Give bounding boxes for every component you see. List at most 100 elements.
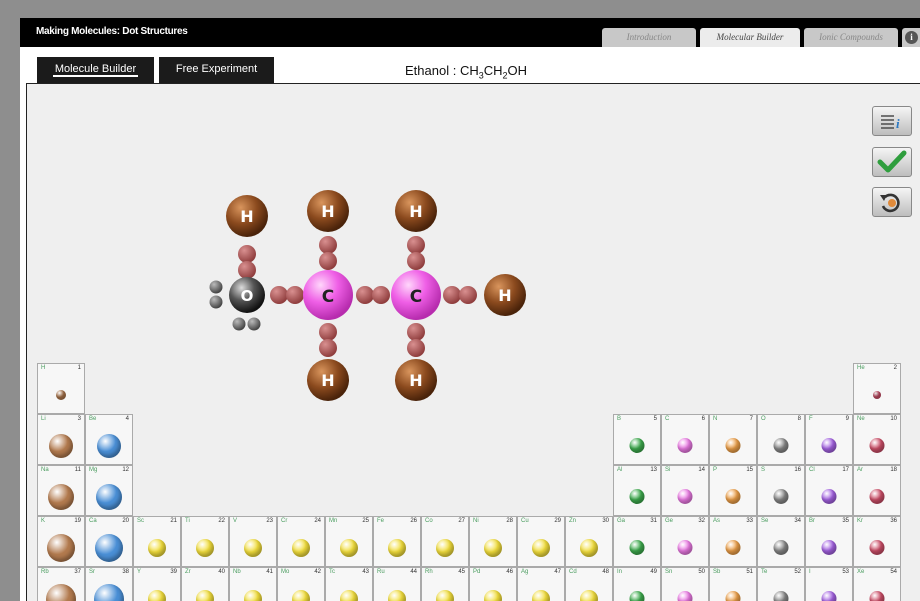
hydrogen-atom[interactable]: H <box>395 359 437 401</box>
element-symbol: Ca <box>89 518 97 524</box>
ethanol-molecule[interactable]: H H H O C C H H H <box>27 84 920 424</box>
element-cell-cu[interactable]: Cu 29 <box>517 516 565 567</box>
element-cell-s[interactable]: S 16 <box>757 465 805 516</box>
element-cell-tc[interactable]: Tc 43 <box>325 567 373 601</box>
molecule-builder-tab[interactable]: Molecule Builder <box>37 57 154 84</box>
element-cell-b[interactable]: B5 <box>613 414 661 465</box>
element-cell-as[interactable]: As 33 <box>709 516 757 567</box>
element-cell-sc[interactable]: Sc 21 <box>133 516 181 567</box>
element-cell-p[interactable]: P 15 <box>709 465 757 516</box>
element-symbol: Pd <box>473 569 481 575</box>
element-cell-mg[interactable]: Mg 12 <box>85 465 133 516</box>
element-symbol: Ne <box>857 416 865 422</box>
atom-label: H <box>321 202 334 221</box>
element-symbol: Nb <box>233 569 241 575</box>
element-cell-rh[interactable]: Rh 45 <box>421 567 469 601</box>
element-cell-ge[interactable]: Ge 32 <box>661 516 709 567</box>
element-cell-fe[interactable]: Fe 26 <box>373 516 421 567</box>
element-symbol: Ag <box>521 569 529 575</box>
element-cell-si[interactable]: Si 14 <box>661 465 709 516</box>
element-cell-be[interactable]: Be 4 <box>85 414 133 465</box>
hydrogen-atom[interactable]: H <box>307 190 349 232</box>
tab-introduction[interactable]: Introduction <box>602 28 696 47</box>
element-cell-sr[interactable]: Sr 38 <box>85 567 133 601</box>
element-cell-k[interactable]: K 19 <box>37 516 85 567</box>
hydrogen-atom[interactable]: H <box>395 190 437 232</box>
element-cell-zn[interactable]: Zn 30 <box>565 516 613 567</box>
element-cell-zr[interactable]: Zr 40 <box>181 567 229 601</box>
element-cell-ne[interactable]: Ne 10 <box>853 414 901 465</box>
element-symbol: Cd <box>569 569 577 575</box>
element-cell-pd[interactable]: Pd 46 <box>469 567 517 601</box>
element-cell-nb[interactable]: Nb 41 <box>229 567 277 601</box>
element-number: 41 <box>266 569 273 575</box>
element-cell-sb[interactable]: Sb 51 <box>709 567 757 601</box>
element-cell-rb[interactable]: Rb 37 <box>37 567 85 601</box>
element-number: 47 <box>554 569 561 575</box>
element-cell-te[interactable]: Te 52 <box>757 567 805 601</box>
element-cell-f[interactable]: F9 <box>805 414 853 465</box>
element-cell-v[interactable]: V 23 <box>229 516 277 567</box>
element-cell-cr[interactable]: Cr 24 <box>277 516 325 567</box>
element-symbol: Li <box>41 416 46 422</box>
element-cell-xe[interactable]: Xe 54 <box>853 567 901 601</box>
oxygen-atom[interactable]: O <box>229 277 265 313</box>
element-cell-se[interactable]: Se 34 <box>757 516 805 567</box>
element-cell-c[interactable]: C6 <box>661 414 709 465</box>
element-cell-i[interactable]: I 53 <box>805 567 853 601</box>
atom-label: H <box>321 371 334 390</box>
element-cell-ar[interactable]: Ar 18 <box>853 465 901 516</box>
element-cell-sn[interactable]: Sn 50 <box>661 567 709 601</box>
element-number: 22 <box>218 518 225 524</box>
element-atom-icon <box>244 538 262 557</box>
element-cell-ti[interactable]: Ti 22 <box>181 516 229 567</box>
hydrogen-atom[interactable]: H <box>307 359 349 401</box>
element-atom-icon <box>773 540 789 555</box>
element-cell-h[interactable]: H1 <box>37 363 85 414</box>
element-cell-cl[interactable]: Cl 17 <box>805 465 853 516</box>
element-cell-cd[interactable]: Cd 48 <box>565 567 613 601</box>
carbon-atom[interactable]: C <box>303 270 353 320</box>
element-number: 5 <box>653 416 657 422</box>
element-cell-ni[interactable]: Ni 28 <box>469 516 517 567</box>
element-cell-br[interactable]: Br 35 <box>805 516 853 567</box>
tab-ionic-compounds[interactable]: Ionic Compounds <box>804 28 898 47</box>
element-cell-ag[interactable]: Ag 47 <box>517 567 565 601</box>
atom-label: H <box>409 202 422 221</box>
tab-molecular-builder[interactable]: Molecular Builder <box>700 28 800 47</box>
element-cell-co[interactable]: Co 27 <box>421 516 469 567</box>
info-button[interactable]: i <box>902 28 920 47</box>
element-cell-o[interactable]: O8 <box>757 414 805 465</box>
element-atom-icon <box>629 540 645 555</box>
hydrogen-atom[interactable]: H <box>484 274 526 316</box>
element-atom-icon <box>532 589 550 601</box>
target-formula: Ethanol : CH3CH2OH <box>405 63 527 81</box>
element-cell-ca[interactable]: Ca 20 <box>85 516 133 567</box>
element-cell-mn[interactable]: Mn 25 <box>325 516 373 567</box>
element-atom-icon <box>49 433 73 458</box>
carbon-atom[interactable]: C <box>391 270 441 320</box>
element-symbol: Ga <box>617 518 626 524</box>
element-cell-n[interactable]: N7 <box>709 414 757 465</box>
element-cell-y[interactable]: Y 39 <box>133 567 181 601</box>
hydrogen-atom[interactable]: H <box>226 195 268 237</box>
element-number: 23 <box>266 518 273 524</box>
element-cell-ga[interactable]: Ga 31 <box>613 516 661 567</box>
element-cell-he[interactable]: He 2 <box>853 363 901 414</box>
element-cell-al[interactable]: Al 13 <box>613 465 661 516</box>
element-number: 3 <box>77 416 81 422</box>
element-number: 36 <box>890 518 897 524</box>
element-atom-icon <box>677 438 693 453</box>
element-symbol: In <box>617 569 623 575</box>
work-area[interactable]: i H H H O C C H H H H 1 He 2 Li 3 Be 4 B… <box>26 83 920 601</box>
element-symbol: Rb <box>41 569 49 575</box>
element-atom-icon <box>725 489 741 504</box>
element-cell-mo[interactable]: Mo 42 <box>277 567 325 601</box>
element-cell-in[interactable]: In 49 <box>613 567 661 601</box>
element-cell-na[interactable]: Na 11 <box>37 465 85 516</box>
free-experiment-tab[interactable]: Free Experiment <box>159 57 274 84</box>
element-number: 17 <box>842 467 849 473</box>
element-cell-kr[interactable]: Kr 36 <box>853 516 901 567</box>
element-cell-li[interactable]: Li 3 <box>37 414 85 465</box>
element-cell-ru[interactable]: Ru 44 <box>373 567 421 601</box>
